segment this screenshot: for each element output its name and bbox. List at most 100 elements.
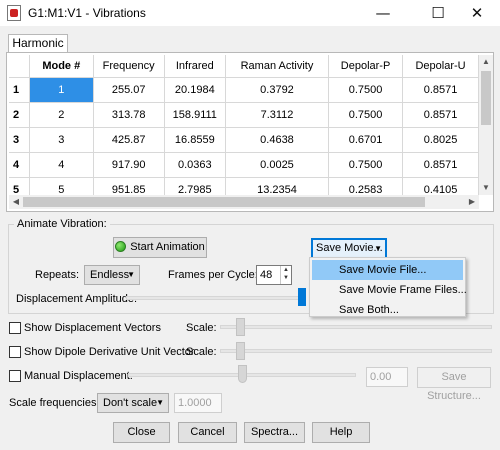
table-cell[interactable]: 0.8571: [402, 77, 479, 103]
table-cell[interactable]: 0.4638: [225, 127, 330, 153]
scale-label: Scale:: [186, 346, 217, 358]
save-movie-button[interactable]: Save Movie... ▼: [311, 238, 387, 259]
minimize-icon[interactable]: —: [360, 0, 406, 26]
show-displacement-vectors-checkbox[interactable]: [9, 322, 21, 334]
close-button[interactable]: Close: [113, 422, 170, 443]
table-cell[interactable]: 0.2583: [328, 177, 404, 195]
table-cell[interactable]: 16.8559: [164, 127, 226, 153]
table-cell[interactable]: 255.07: [93, 77, 165, 103]
table-cell[interactable]: 1: [29, 77, 94, 103]
menu-item-save-movie-frame-files[interactable]: Save Movie Frame Files...: [310, 280, 467, 300]
dipole-scale-slider[interactable]: [220, 349, 492, 353]
table-cell[interactable]: 0.4105: [402, 177, 479, 195]
column-header[interactable]: Raman Activity: [225, 55, 330, 78]
table-cell[interactable]: 313.78: [93, 102, 165, 128]
frames-per-cycle-spinner[interactable]: 48 ▲ ▼: [256, 265, 292, 285]
table-cell[interactable]: 0.8025: [402, 127, 479, 153]
table-cell[interactable]: 0.0363: [164, 152, 226, 178]
table-cell[interactable]: 7.3112: [225, 102, 330, 128]
table-cell[interactable]: 13.2354: [225, 177, 330, 195]
scroll-left-icon[interactable]: ◀: [9, 195, 23, 209]
play-icon: [115, 241, 127, 252]
table-row[interactable]: 2 2 313.78 158.9111 7.3112 0.7500 0.8571: [9, 102, 479, 128]
column-header[interactable]: Depolar-P: [328, 55, 404, 78]
table-row[interactable]: 5 5 951.85 2.7985 13.2354 0.2583 0.4105: [9, 177, 479, 195]
table-cell[interactable]: 0.8571: [402, 152, 479, 178]
scroll-thumb[interactable]: [481, 71, 491, 125]
table-row[interactable]: 1 1 255.07 20.1984 0.3792 0.7500 0.8571: [9, 77, 479, 103]
scale-label: Scale:: [186, 322, 217, 334]
column-header[interactable]: Mode #: [29, 55, 94, 78]
animate-group-label: Animate Vibration:: [14, 218, 110, 230]
table-cell[interactable]: 0.6701: [328, 127, 404, 153]
table-cell[interactable]: 4: [29, 152, 94, 178]
start-animation-button[interactable]: Start Animation: [113, 237, 207, 258]
save-structure-button[interactable]: Save Structure...: [417, 367, 491, 402]
scroll-thumb[interactable]: [23, 197, 425, 207]
scale-frequencies-select[interactable]: Don't scale ▼: [97, 393, 169, 413]
scroll-up-icon[interactable]: ▲: [479, 55, 493, 69]
chevron-down-icon: ▼: [127, 270, 135, 279]
slider-thumb[interactable]: [236, 342, 245, 360]
table-cell[interactable]: 917.90: [93, 152, 165, 178]
manual-displacement-value[interactable]: 0.00: [366, 367, 408, 387]
scale-frequencies-label: Scale frequencies?: [9, 397, 103, 409]
table-cell[interactable]: 0.7500: [328, 102, 404, 128]
save-movie-label: Save Movie...: [316, 242, 383, 254]
column-header[interactable]: Infrared: [164, 55, 226, 78]
chevron-down-icon: ▼: [374, 244, 382, 253]
row-header[interactable]: 5: [9, 177, 30, 195]
scroll-down-icon[interactable]: ▼: [479, 181, 493, 195]
menu-item-save-movie-file[interactable]: Save Movie File...: [312, 260, 463, 280]
manual-displacement-label: Manual Displacement:: [24, 370, 133, 382]
column-header[interactable]: Depolar-U: [402, 55, 479, 78]
slider-thumb[interactable]: [236, 318, 245, 336]
table-row[interactable]: 3 3 425.87 16.8559 0.4638 0.6701 0.8025: [9, 127, 479, 153]
row-header[interactable]: 4: [9, 152, 30, 178]
table-cell[interactable]: 158.9111: [164, 102, 226, 128]
row-header[interactable]: 2: [9, 102, 30, 128]
scale-frequencies-value: Don't scale: [103, 397, 158, 409]
help-button[interactable]: Help: [312, 422, 370, 443]
table-cell[interactable]: 951.85: [93, 177, 165, 195]
table-cell[interactable]: 0.8571: [402, 102, 479, 128]
show-displacement-vectors-label: Show Displacement Vectors: [24, 322, 161, 334]
vertical-scrollbar[interactable]: ▲ ▼: [479, 55, 493, 195]
slider-thumb[interactable]: [238, 365, 247, 383]
tab-harmonic[interactable]: Harmonic: [8, 34, 68, 53]
horizontal-scrollbar[interactable]: ◀ ▶: [9, 195, 479, 209]
scroll-right-icon[interactable]: ▶: [465, 195, 479, 209]
spinner-arrows-icon[interactable]: ▲ ▼: [280, 266, 291, 284]
menu-item-save-both[interactable]: Save Both...: [310, 300, 465, 320]
show-dipole-vector-checkbox[interactable]: [9, 346, 21, 358]
cancel-button[interactable]: Cancel: [178, 422, 237, 443]
table-cell[interactable]: 0.0025: [225, 152, 330, 178]
row-header[interactable]: 3: [9, 127, 30, 153]
displacement-amplitude-label: Displacement Amplitude:: [16, 293, 138, 305]
table-cell[interactable]: 2: [29, 102, 94, 128]
manual-displacement-checkbox[interactable]: [9, 370, 21, 382]
repeats-label: Repeats:: [35, 269, 80, 281]
save-movie-menu: Save Movie File... Save Movie Frame File…: [309, 257, 467, 320]
close-icon[interactable]: ✕: [454, 0, 500, 26]
column-header[interactable]: Frequency: [93, 55, 165, 78]
table-cell[interactable]: 2.7985: [164, 177, 226, 195]
displacement-amplitude-slider[interactable]: [126, 296, 306, 300]
repeats-select[interactable]: Endless ▼: [84, 265, 140, 285]
spectra-button[interactable]: Spectra...: [244, 422, 305, 443]
table-cell[interactable]: 425.87: [93, 127, 165, 153]
table-cell[interactable]: 20.1984: [164, 77, 226, 103]
table-cell[interactable]: 3: [29, 127, 94, 153]
table-cell[interactable]: 0.7500: [328, 152, 404, 178]
table-cell[interactable]: 5: [29, 177, 94, 195]
row-header[interactable]: 1: [9, 77, 30, 103]
tab-panel: Mode # Frequency Infrared Raman Activity…: [6, 52, 494, 212]
table-cell[interactable]: 0.3792: [225, 77, 330, 103]
scale-factor-field[interactable]: 1.0000: [174, 393, 222, 413]
displacement-scale-slider[interactable]: [220, 325, 492, 329]
vibration-grid[interactable]: Mode # Frequency Infrared Raman Activity…: [9, 55, 479, 195]
table-cell[interactable]: 0.7500: [328, 77, 404, 103]
table-row[interactable]: 4 4 917.90 0.0363 0.0025 0.7500 0.8571: [9, 152, 479, 178]
title-bar: G1:M1:V1 - Vibrations — ☐ ✕: [0, 0, 500, 26]
slider-thumb[interactable]: [298, 288, 306, 306]
